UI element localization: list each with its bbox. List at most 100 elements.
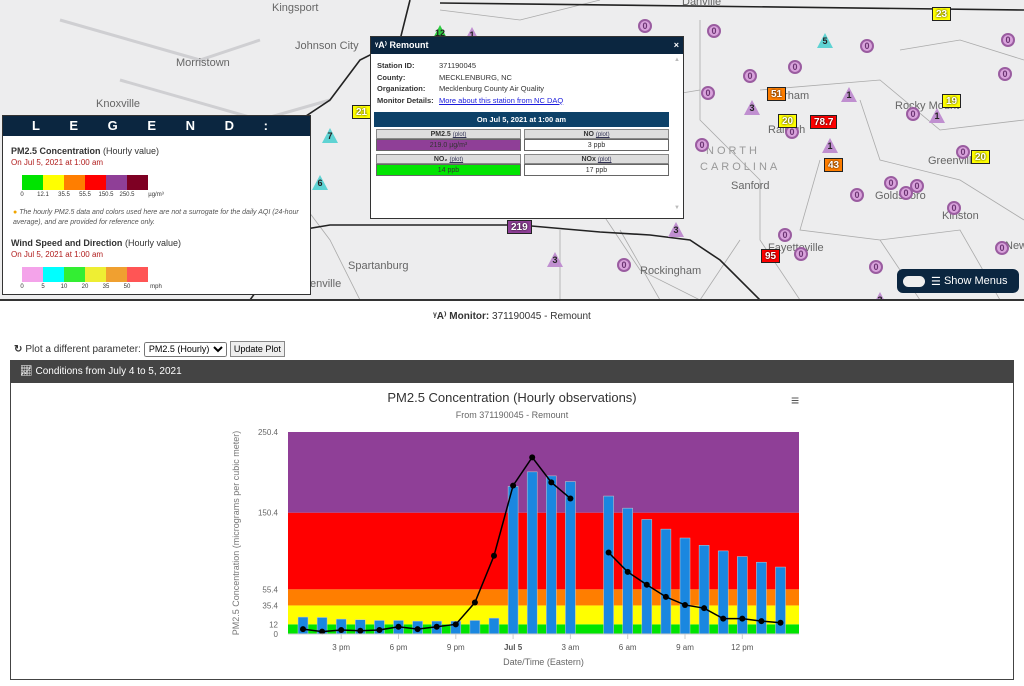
chart-icon: 📈︎ bbox=[20, 366, 33, 377]
monitor-marker[interactable]: 0 bbox=[956, 145, 970, 159]
monitor-marker[interactable]: 1 bbox=[841, 87, 857, 102]
toggle-switch[interactable] bbox=[903, 275, 925, 287]
monitor-marker[interactable]: 3 bbox=[744, 100, 760, 115]
scale-swatch bbox=[64, 175, 85, 190]
marker-value: 51 bbox=[771, 88, 783, 100]
monitor-marker[interactable]: 20 bbox=[778, 114, 798, 128]
monitor-marker[interactable]: 3 bbox=[547, 252, 563, 267]
monitor-marker[interactable]: 0 bbox=[998, 67, 1012, 81]
scale-tick: 50 bbox=[123, 284, 131, 290]
line-point bbox=[567, 495, 574, 502]
line-point bbox=[701, 605, 708, 612]
monitor-marker[interactable]: 0 bbox=[995, 241, 1009, 255]
update-plot-button[interactable]: Update Plot bbox=[229, 341, 285, 357]
marker-value: 0 bbox=[699, 140, 705, 150]
cell-value: 219.0 µg/m³ bbox=[376, 139, 521, 151]
monitor-marker[interactable]: 0 bbox=[947, 201, 961, 215]
line-point bbox=[414, 626, 421, 633]
line-point bbox=[338, 626, 345, 633]
chart-menu-icon[interactable]: ≡ bbox=[791, 392, 799, 408]
monitor-marker[interactable]: 78.7 bbox=[810, 115, 838, 129]
marker-value: 0 bbox=[1005, 35, 1011, 45]
marker-value: 0 bbox=[910, 109, 916, 119]
pm-qualifier: (Hourly value) bbox=[103, 146, 160, 156]
station-id-label: Station ID: bbox=[377, 61, 415, 70]
parameter-select[interactable]: PM2.5 (Hourly) bbox=[143, 341, 227, 357]
monitor-marker[interactable]: 3 bbox=[872, 292, 888, 299]
monitor-marker[interactable]: 0 bbox=[906, 107, 920, 121]
popup-scrollbar[interactable]: ▲ ▼ bbox=[673, 57, 681, 217]
monitor-marker[interactable]: 23 bbox=[932, 7, 952, 21]
plot-link[interactable]: (plot) bbox=[598, 157, 612, 163]
monitor-marker[interactable]: 0 bbox=[743, 69, 757, 83]
close-icon[interactable]: × bbox=[674, 37, 679, 54]
monitor-marker[interactable]: 0 bbox=[707, 24, 721, 38]
monitor-marker[interactable]: 0 bbox=[884, 176, 898, 190]
marker-value: 0 bbox=[854, 190, 860, 200]
plot-link[interactable]: (plot) bbox=[453, 132, 467, 138]
aqi-note: ● The hourly PM2.5 data and colors used … bbox=[13, 208, 302, 228]
marker-value: 0 bbox=[747, 71, 753, 81]
y-tick-label: 250.4 bbox=[258, 428, 279, 437]
line-point bbox=[300, 626, 306, 633]
plot-link[interactable]: (plot) bbox=[449, 157, 463, 163]
station-info: Station ID: 371190045 County: MECKLENBURG,… bbox=[377, 60, 683, 106]
monitor-marker[interactable]: 0 bbox=[860, 39, 874, 53]
marker-value: 0 bbox=[798, 249, 804, 259]
plot-link[interactable]: (plot) bbox=[596, 132, 610, 138]
monitor-marker[interactable]: 0 bbox=[899, 186, 913, 200]
show-menus-toggle[interactable]: ☰ Show Menus bbox=[897, 269, 1019, 293]
monitor-marker[interactable]: 21 bbox=[352, 105, 372, 119]
x-tick-label: 12 pm bbox=[731, 643, 754, 652]
marker-value: 0 bbox=[914, 181, 920, 191]
monitor-marker[interactable]: 0 bbox=[794, 247, 808, 261]
station-details-link[interactable]: More about this station from NC DAQ bbox=[439, 95, 563, 107]
monitor-marker[interactable]: 0 bbox=[617, 258, 631, 272]
bar bbox=[507, 486, 519, 635]
wind-color-scale bbox=[22, 267, 310, 282]
monitor-marker[interactable]: 19 bbox=[942, 94, 962, 108]
scale-swatch bbox=[64, 267, 85, 282]
monitor-marker[interactable]: 0 bbox=[778, 228, 792, 242]
x-tick-label: 6 pm bbox=[390, 643, 408, 652]
monitor-marker[interactable]: 3 bbox=[668, 222, 684, 237]
chart-subtitle: From 371190045 - Remount bbox=[456, 410, 569, 420]
monitor-marker[interactable]: 43 bbox=[824, 158, 844, 172]
monitor-marker[interactable]: 1 bbox=[822, 138, 838, 153]
scale-swatch bbox=[127, 175, 148, 190]
marker-value: 0 bbox=[1002, 69, 1008, 79]
monitor-marker[interactable]: 0 bbox=[695, 138, 709, 152]
observation-cell: NO (plot) 3 ppb bbox=[524, 129, 669, 151]
conditions-header: 📈︎ Conditions from July 4 to 5, 2021 bbox=[10, 360, 1014, 383]
monitor-marker[interactable]: 1 bbox=[929, 108, 945, 123]
wind-qualifier: (Hourly value) bbox=[124, 238, 181, 248]
line-point bbox=[357, 627, 364, 634]
monitor-marker[interactable]: 0 bbox=[788, 60, 802, 74]
scale-swatch bbox=[127, 267, 148, 282]
monitor-marker[interactable]: 51 bbox=[767, 87, 787, 101]
monitor-marker[interactable]: 5 bbox=[817, 33, 833, 48]
monitor-marker[interactable]: 7 bbox=[322, 128, 338, 143]
monitor-marker[interactable]: 0 bbox=[850, 188, 864, 202]
monitor-marker[interactable]: 6 bbox=[312, 175, 328, 190]
line-point bbox=[529, 454, 536, 461]
bar bbox=[698, 545, 710, 635]
monitor-marker[interactable]: 95 bbox=[761, 249, 781, 263]
monitor-marker[interactable]: 0 bbox=[869, 260, 883, 274]
monitor-marker[interactable]: 0 bbox=[701, 86, 715, 100]
map[interactable]: Kingsport Johnson City Morristown Knoxville… bbox=[0, 0, 1024, 301]
scale-swatch bbox=[43, 175, 64, 190]
y-axis-title: PM2.5 Concentration (micrograms per cubi… bbox=[231, 431, 241, 636]
monitor-marker[interactable]: 0 bbox=[638, 19, 652, 33]
marker-value: 43 bbox=[828, 159, 840, 171]
marker-value: 7 bbox=[327, 131, 333, 141]
city-label: enville bbox=[310, 278, 342, 290]
monitor-marker[interactable]: 219 bbox=[507, 220, 532, 234]
scale-tick: 5 bbox=[41, 284, 45, 290]
legend-title: L E G E N D : bbox=[3, 116, 310, 136]
bar bbox=[679, 537, 691, 635]
monitor-marker[interactable]: 0 bbox=[1001, 33, 1015, 47]
monitor-marker[interactable]: 20 bbox=[971, 150, 991, 164]
organization-label: Organization: bbox=[377, 84, 426, 93]
cell-value: 3 ppb bbox=[524, 139, 669, 151]
